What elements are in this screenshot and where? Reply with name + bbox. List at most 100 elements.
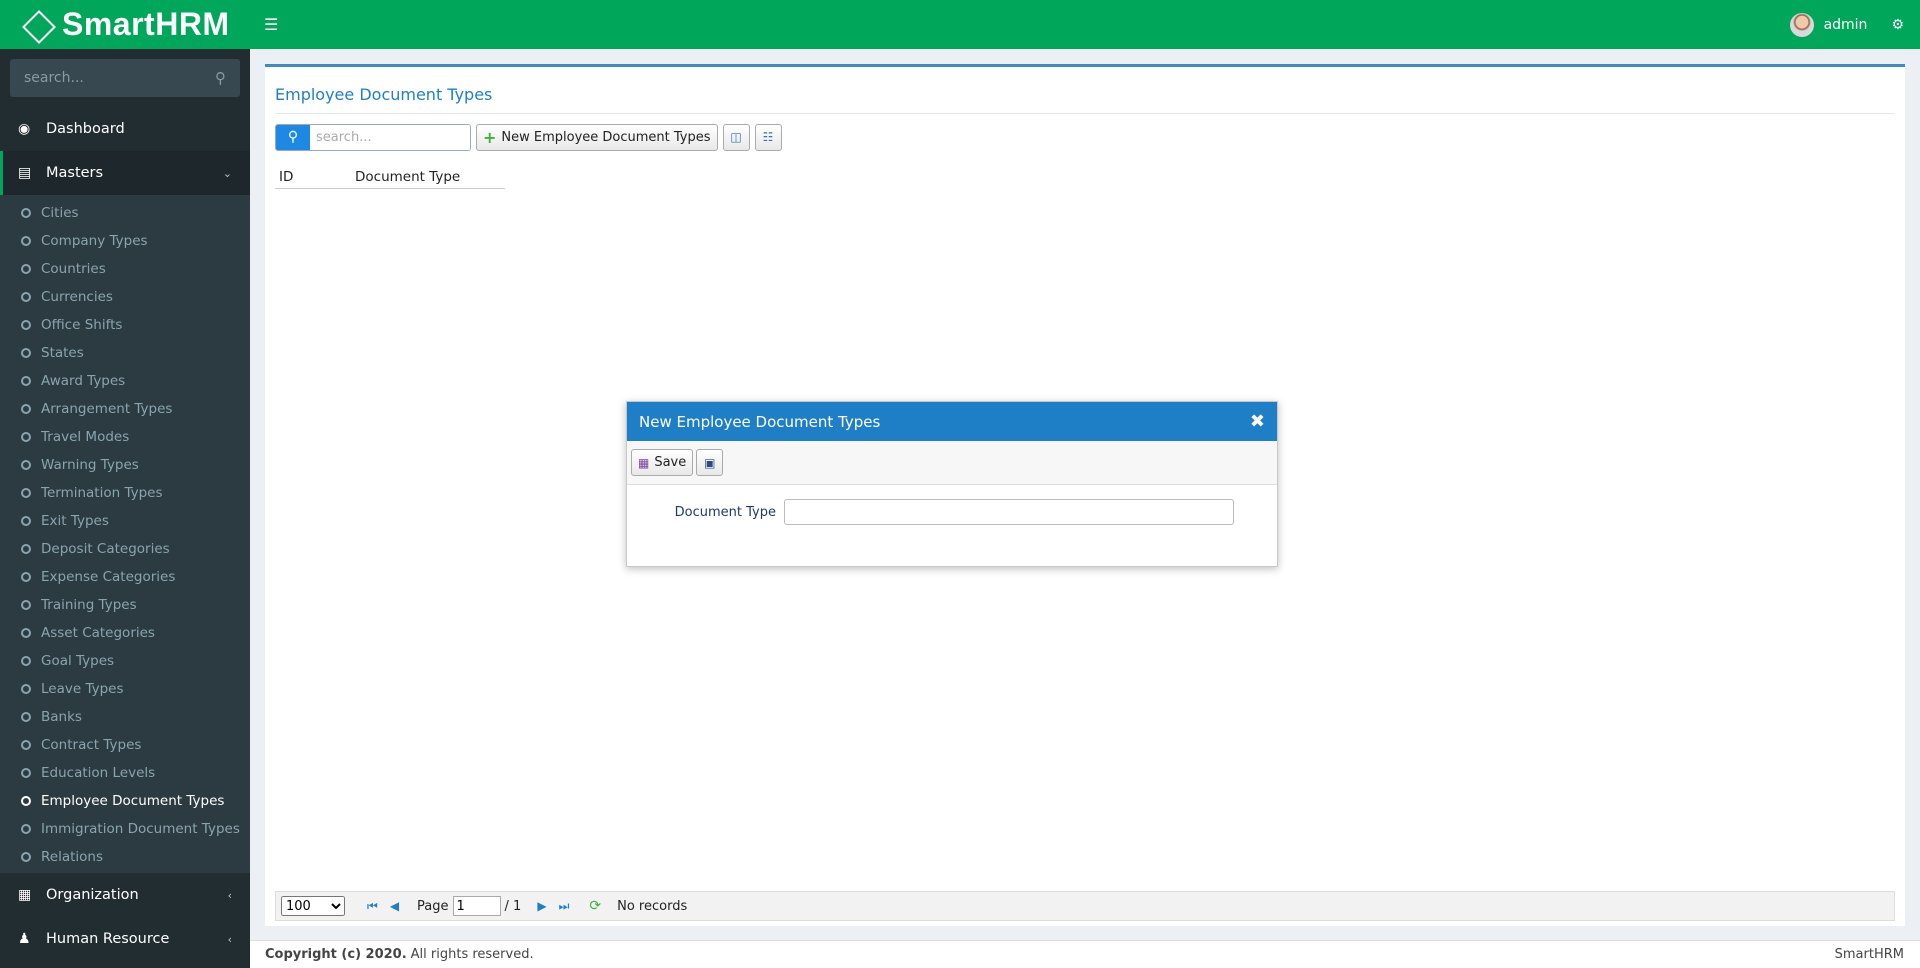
circle-icon	[21, 824, 31, 834]
sidebar-subitem[interactable]: Award Types	[0, 367, 250, 395]
circle-icon	[21, 852, 31, 862]
masters-submenu: Cities Company Types Countries Currencie…	[0, 195, 250, 873]
subitem-label: Warning Types	[41, 457, 139, 473]
subitem-label: Countries	[41, 261, 106, 277]
close-icon[interactable]: ✖	[1250, 411, 1265, 432]
new-record-label: New Employee Document Types	[501, 129, 711, 145]
subitem-label: Immigration Document Types	[41, 821, 240, 837]
subitem-label: Cities	[41, 205, 79, 221]
subitem-label: Education Levels	[41, 765, 156, 781]
diamond-logo-icon	[20, 8, 54, 42]
sidebar-subitem[interactable]: Leave Types	[0, 675, 250, 703]
sidebar-subitem[interactable]: Immigration Document Types	[0, 815, 250, 843]
grid-icon: ▦	[18, 887, 32, 903]
first-page-icon[interactable]: ⏮	[367, 899, 378, 914]
user-name: admin	[1823, 16, 1868, 33]
sidebar-subitem[interactable]: Contract Types	[0, 731, 250, 759]
sidebar-subitem[interactable]: Relations	[0, 843, 250, 871]
sidebar-item-label: Human Resource	[46, 931, 170, 947]
sidebar-subitem[interactable]: Office Shifts	[0, 311, 250, 339]
circle-icon	[21, 768, 31, 778]
sidebar-subitem[interactable]: Currencies	[0, 283, 250, 311]
floppy-icon: ▣	[704, 455, 716, 470]
page-total: / 1	[504, 898, 522, 914]
top-header: ☰ admin ⚙	[250, 0, 1920, 49]
circle-icon	[21, 656, 31, 666]
subitem-label: Award Types	[41, 373, 126, 389]
search-icon[interactable]: ⚲	[215, 69, 226, 87]
sidebar-subitem[interactable]: States	[0, 339, 250, 367]
new-record-button[interactable]: + New Employee Document Types	[476, 123, 718, 151]
circle-icon	[21, 740, 31, 750]
circle-icon	[21, 264, 31, 274]
document-type-label: Document Type	[674, 504, 776, 520]
circle-icon	[21, 292, 31, 302]
form-row: Document Type	[627, 485, 1277, 525]
sidebar-subitem[interactable]: Warning Types	[0, 451, 250, 479]
sidebar-subitem-active[interactable]: Employee Document Types	[0, 787, 250, 815]
subitem-label: Contract Types	[41, 737, 142, 753]
next-page-icon[interactable]: ▶	[537, 899, 546, 913]
sidebar-subitem[interactable]: Company Types	[0, 227, 250, 255]
sidebar-subitem[interactable]: Cities	[0, 199, 250, 227]
divider	[275, 113, 1895, 114]
circle-icon	[21, 376, 31, 386]
subitem-label: States	[41, 345, 84, 361]
page-size-select[interactable]: 100	[281, 896, 345, 916]
sidebar-search-input[interactable]	[24, 70, 215, 86]
sidebar-subitem[interactable]: Deposit Categories	[0, 535, 250, 563]
subitem-label: Office Shifts	[41, 317, 123, 333]
sidebar: SmartHRM ⚲ ◉ Dashboard ▤ Masters ⌄ Citie…	[0, 0, 250, 968]
quick-search-input[interactable]	[310, 124, 470, 150]
footer-rights: All rights reserved.	[410, 947, 534, 962]
subitem-label: Expense Categories	[41, 569, 176, 585]
sidebar-subitem[interactable]: Countries	[0, 255, 250, 283]
apply-button[interactable]: ▣	[696, 449, 724, 476]
brand-logo[interactable]: SmartHRM	[0, 0, 250, 49]
user-menu[interactable]: admin ⚙	[1789, 12, 1904, 37]
subitem-label: Asset Categories	[41, 625, 155, 641]
sidebar-subitem[interactable]: Expense Categories	[0, 563, 250, 591]
sidebar-subitem[interactable]: Arrangement Types	[0, 395, 250, 423]
sidebar-item-dashboard[interactable]: ◉ Dashboard	[0, 107, 250, 151]
sidebar-item-label: Masters	[46, 165, 104, 181]
circle-icon	[21, 600, 31, 610]
sidebar-subitem[interactable]: Travel Modes	[0, 423, 250, 451]
circle-icon	[21, 208, 31, 218]
circle-icon	[21, 432, 31, 442]
settings-sliders-icon[interactable]: ⚙	[1891, 17, 1904, 33]
circle-icon	[21, 516, 31, 526]
sidebar-subitem[interactable]: Education Levels	[0, 759, 250, 787]
sidebar-subitem[interactable]: Exit Types	[0, 507, 250, 535]
subitem-label: Arrangement Types	[41, 401, 173, 417]
sidebar-item-masters[interactable]: ▤ Masters ⌄	[0, 151, 250, 195]
subitem-label: Termination Types	[41, 485, 163, 501]
sidebar-search: ⚲	[10, 59, 240, 97]
menu-toggle-icon[interactable]: ☰	[264, 15, 278, 34]
save-button[interactable]: ▦ Save	[631, 449, 694, 476]
column-header-document-type[interactable]: Document Type	[355, 169, 460, 185]
sidebar-subitem[interactable]: Goal Types	[0, 647, 250, 675]
subitem-label: Travel Modes	[41, 429, 130, 445]
sidebar-subitem[interactable]: Training Types	[0, 591, 250, 619]
circle-icon	[21, 348, 31, 358]
subitem-label: Training Types	[41, 597, 137, 613]
column-header-id[interactable]: ID	[275, 169, 355, 185]
sidebar-subitem[interactable]: Termination Types	[0, 479, 250, 507]
column-picker-button[interactable]: ◫	[722, 123, 750, 151]
sidebar-subitem[interactable]: Banks	[0, 703, 250, 731]
pager: 100 ⏮ ◀ Page / 1 ▶ ⏭ ⟳ No records	[275, 891, 1895, 921]
export-button[interactable]: ☷	[754, 123, 782, 151]
document-type-input[interactable]	[784, 499, 1234, 525]
search-icon[interactable]: ⚲	[276, 124, 310, 150]
last-page-icon[interactable]: ⏭	[559, 899, 570, 914]
dialog-titlebar[interactable]: New Employee Document Types ✖	[627, 402, 1277, 441]
sidebar-item-human-resource[interactable]: ♟ Human Resource ‹	[0, 917, 250, 961]
sidebar-item-label: Organization	[46, 887, 139, 903]
chevron-left-icon: ‹	[227, 888, 232, 902]
sidebar-subitem[interactable]: Asset Categories	[0, 619, 250, 647]
sidebar-item-organization[interactable]: ▦ Organization ‹	[0, 873, 250, 917]
prev-page-icon[interactable]: ◀	[390, 899, 399, 913]
page-number-input[interactable]	[452, 896, 501, 916]
refresh-icon[interactable]: ⟳	[589, 898, 601, 914]
